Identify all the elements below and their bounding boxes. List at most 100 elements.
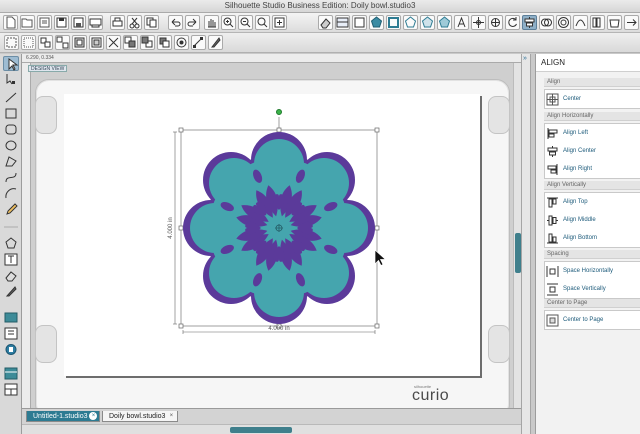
align-middle-icon bbox=[547, 215, 558, 225]
grid-icon[interactable] bbox=[335, 15, 350, 30]
center-button[interactable]: Center bbox=[546, 91, 640, 107]
space-vertically-button[interactable]: Space Vertically bbox=[546, 281, 640, 297]
save-icon[interactable] bbox=[54, 15, 69, 30]
height-dimension-label: 4.000 in bbox=[168, 217, 174, 238]
open-icon[interactable] bbox=[20, 15, 35, 30]
align-bottom-button[interactable]: Align Bottom bbox=[546, 230, 640, 246]
print-icon[interactable] bbox=[110, 15, 125, 30]
align-middle-button[interactable]: Align Middle bbox=[546, 212, 640, 228]
fit-to-page-icon[interactable] bbox=[272, 15, 287, 30]
line-color-icon[interactable] bbox=[386, 15, 401, 30]
select-all-icon[interactable] bbox=[4, 35, 19, 50]
send-panel-icon[interactable] bbox=[3, 366, 19, 381]
line-tool-icon[interactable] bbox=[3, 90, 19, 105]
pencil-tool-icon[interactable] bbox=[3, 202, 19, 217]
new-icon[interactable] bbox=[3, 15, 18, 30]
align-right-button[interactable]: Align Right bbox=[546, 161, 640, 177]
secondary-toolbar bbox=[0, 33, 640, 53]
ellipse-tool-icon[interactable] bbox=[3, 138, 19, 153]
tab-label: Untitled-1.studio3 bbox=[33, 413, 88, 420]
offset-quick-icon[interactable] bbox=[174, 35, 189, 50]
document-tabs: Untitled-1.studio3 × Doily bowl.studio3 … bbox=[22, 408, 521, 434]
send-icon[interactable] bbox=[624, 15, 639, 30]
copy-icon[interactable] bbox=[144, 15, 159, 30]
bring-to-front-icon[interactable] bbox=[123, 35, 138, 50]
design-page-icon[interactable] bbox=[3, 310, 19, 325]
close-tab-icon[interactable]: × bbox=[167, 412, 175, 420]
rotate-icon[interactable] bbox=[505, 15, 520, 30]
eraser-icon[interactable] bbox=[318, 15, 333, 30]
horizontal-scroll-thumb[interactable] bbox=[230, 427, 292, 433]
rotation-handle[interactable] bbox=[276, 109, 282, 115]
gradient-icon[interactable] bbox=[437, 15, 452, 30]
shape-tool-icon[interactable] bbox=[3, 236, 19, 251]
zoom-area-icon[interactable] bbox=[255, 15, 270, 30]
shadow-icon[interactable] bbox=[420, 15, 435, 30]
release-compound-icon[interactable] bbox=[89, 35, 104, 50]
save-as-icon[interactable] bbox=[71, 15, 86, 30]
offset-icon[interactable] bbox=[556, 15, 571, 30]
panel-collapse-strip[interactable]: » bbox=[521, 54, 531, 434]
knife-tool-icon[interactable] bbox=[3, 284, 19, 299]
eraser-tool-icon[interactable] bbox=[3, 268, 19, 283]
doily-design[interactable] bbox=[183, 132, 375, 324]
deselect-icon[interactable] bbox=[21, 35, 36, 50]
weld-icon[interactable] bbox=[106, 35, 121, 50]
replicate-icon[interactable] bbox=[488, 15, 503, 30]
align-top-button[interactable]: Align Top bbox=[546, 194, 640, 210]
vertical-scrollbar[interactable] bbox=[513, 63, 521, 408]
text-style-icon[interactable] bbox=[454, 15, 469, 30]
edit-points-icon[interactable] bbox=[191, 35, 206, 50]
pan-icon[interactable] bbox=[204, 15, 219, 30]
align-center-button[interactable]: Align Center bbox=[546, 143, 640, 159]
space-vertically-icon bbox=[547, 283, 558, 295]
select-tool-icon[interactable] bbox=[3, 56, 19, 71]
tab-doily-bowl[interactable]: Doily bowl.studio3 × bbox=[102, 411, 179, 422]
send-to-icon[interactable] bbox=[88, 15, 103, 30]
section-header-spacing: Spacing bbox=[544, 250, 640, 259]
knife-icon[interactable] bbox=[208, 35, 223, 50]
horizontal-scrollbar[interactable] bbox=[22, 424, 521, 434]
redo-icon[interactable] bbox=[185, 15, 200, 30]
align-panel-icon[interactable] bbox=[522, 15, 537, 30]
text-tool-icon[interactable] bbox=[3, 252, 19, 267]
arc-tool-icon[interactable] bbox=[3, 186, 19, 201]
library-icon[interactable] bbox=[590, 15, 605, 30]
layout-panel-icon[interactable] bbox=[3, 382, 19, 397]
store-icon[interactable] bbox=[607, 15, 622, 30]
design-workspace[interactable]: 6.290, 0.334 DESIGN VIEW silhouette curi… bbox=[22, 54, 521, 408]
library-panel-icon[interactable] bbox=[3, 326, 19, 341]
tab-label: Doily bowl.studio3 bbox=[109, 413, 166, 420]
align-left-button[interactable]: Align Left bbox=[546, 125, 640, 141]
fill-icon[interactable] bbox=[369, 15, 384, 30]
cut-icon[interactable] bbox=[127, 15, 142, 30]
modify-icon[interactable] bbox=[539, 15, 554, 30]
undo-icon[interactable] bbox=[168, 15, 183, 30]
zoom-out-icon[interactable] bbox=[238, 15, 253, 30]
align-center-icon bbox=[547, 145, 558, 157]
group-icon[interactable] bbox=[38, 35, 53, 50]
center-to-page-button[interactable]: Center to Page bbox=[546, 312, 640, 328]
left-toolbar bbox=[0, 54, 22, 434]
trace-icon[interactable] bbox=[573, 15, 588, 30]
store-panel-icon[interactable] bbox=[3, 342, 19, 357]
polygon-tool-icon[interactable] bbox=[3, 154, 19, 169]
page-setup-icon[interactable] bbox=[352, 15, 367, 30]
ungroup-icon[interactable] bbox=[55, 35, 70, 50]
collapse-panel-icon[interactable]: » bbox=[523, 55, 527, 62]
close-tab-icon[interactable]: × bbox=[89, 412, 98, 420]
point-edit-tool-icon[interactable] bbox=[3, 72, 19, 87]
zoom-in-icon[interactable] bbox=[221, 15, 236, 30]
send-to-back-icon[interactable] bbox=[140, 35, 155, 50]
rounded-rectangle-tool-icon[interactable] bbox=[3, 122, 19, 137]
rectangle-tool-icon[interactable] bbox=[3, 106, 19, 121]
curve-tool-icon[interactable] bbox=[3, 170, 19, 185]
make-compound-icon[interactable] bbox=[72, 35, 87, 50]
recent-icon[interactable] bbox=[37, 15, 52, 30]
space-horizontally-button[interactable]: Space Horizontally bbox=[546, 263, 640, 279]
line-style-icon[interactable] bbox=[403, 15, 418, 30]
bring-forward-icon[interactable] bbox=[157, 35, 172, 50]
tab-untitled-1[interactable]: Untitled-1.studio3 × bbox=[26, 411, 101, 422]
design-canvas[interactable]: 4.000 in 4.000 in bbox=[22, 54, 521, 408]
transform-icon[interactable] bbox=[471, 15, 486, 30]
